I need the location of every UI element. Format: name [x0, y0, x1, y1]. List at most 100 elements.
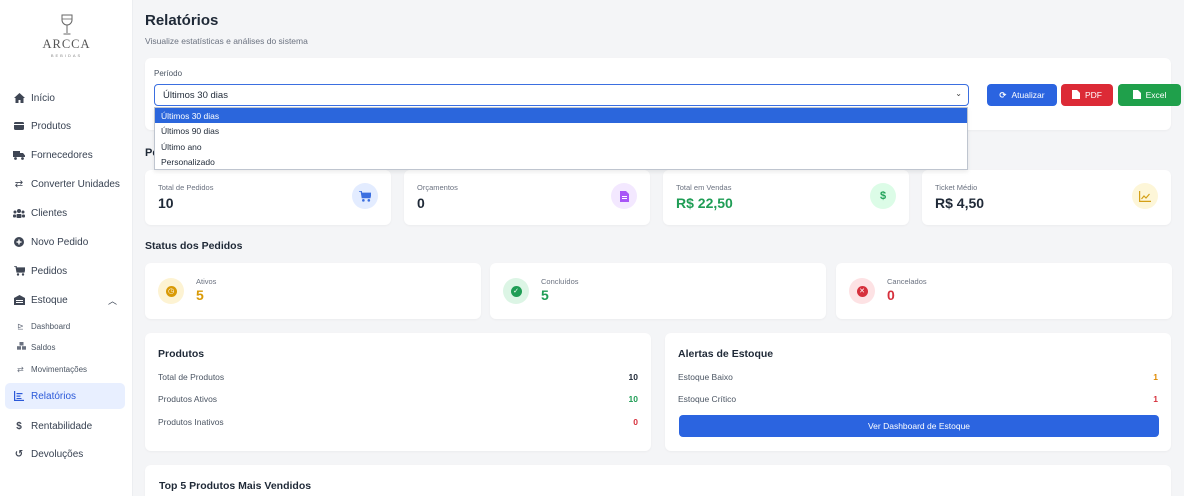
- sidebar-item-converter-unidades[interactable]: ⇄ Converter Unidades: [5, 171, 125, 197]
- report-icon: [13, 390, 25, 402]
- document-icon: [611, 183, 637, 209]
- stat-card-orcamentos: Orçamentos 0: [404, 170, 650, 225]
- sidebar-item-label: Início: [31, 92, 55, 104]
- stat-card-ticket-medio: Ticket Médio R$ 4,50: [922, 170, 1171, 225]
- stat-value: R$ 4,50: [935, 195, 985, 211]
- period-label: Período: [154, 69, 183, 78]
- sidebar-subitem-movimentacoes[interactable]: ⇄ Movimentações: [17, 361, 87, 377]
- period-option[interactable]: Último ano: [155, 139, 967, 154]
- sidebar-subitem-label: Dashboard: [31, 321, 71, 331]
- sidebar-item-novo-pedido[interactable]: Novo Pedido: [5, 229, 125, 255]
- status-value: 0: [887, 287, 895, 303]
- sidebar-item-pedidos[interactable]: Pedidos: [5, 258, 125, 284]
- products-row-label: Total de Produtos: [158, 372, 225, 382]
- refresh-button[interactable]: ⟳ Atualizar: [987, 84, 1057, 106]
- status-card-concluidos: ✓ Concluídos 5: [490, 263, 826, 319]
- stock-alerts-panel: Alertas de Estoque Estoque Baixo 1 Estoq…: [665, 333, 1171, 451]
- stock-alert-label: Estoque Crítico: [678, 394, 737, 404]
- main-content: Relatórios Visualize estatísticas e anál…: [134, 0, 1184, 496]
- brand-tagline: BEBIDAS: [50, 53, 83, 58]
- sidebar-item-fornecedores[interactable]: Fornecedores: [5, 142, 125, 168]
- warehouse-icon: [13, 294, 25, 306]
- home-icon: [13, 92, 25, 104]
- stock-dashboard-button[interactable]: Ver Dashboard de Estoque: [679, 415, 1159, 437]
- plus-circle-icon: [13, 236, 25, 248]
- pdf-file-icon: [1072, 89, 1080, 101]
- page-title: Relatórios: [145, 12, 219, 29]
- products-row-value: 0: [633, 417, 638, 427]
- sidebar-item-label: Novo Pedido: [31, 236, 89, 248]
- pdf-button-label: PDF: [1085, 90, 1102, 100]
- clock-icon: ◷: [158, 278, 184, 304]
- sidebar-item-label: Produtos: [31, 120, 72, 132]
- sidebar-item-estoque[interactable]: Estoque ︿: [5, 287, 125, 313]
- period-dropdown-list: Últimos 30 dias Últimos 90 dias Último a…: [154, 107, 968, 170]
- stat-card-total-pedidos: Total de Pedidos 10: [145, 170, 391, 225]
- swap-icon: ⇄: [14, 178, 24, 190]
- excel-button-label: Excel: [1145, 90, 1167, 100]
- truck-icon: [13, 149, 25, 161]
- brand-logo[interactable]: ARCCA BEBIDAS: [0, 14, 133, 58]
- sidebar-subitem-label: Movimentações: [31, 364, 88, 374]
- refresh-icon: ⟳: [999, 89, 1007, 100]
- stat-label: Total de Pedidos: [158, 183, 214, 192]
- sidebar-item-label: Devoluções: [31, 448, 84, 460]
- brand-name: ARCCA: [42, 37, 91, 51]
- cart-icon: [352, 183, 378, 209]
- period-select-value: Últimos 30 dias: [163, 90, 228, 101]
- sidebar-item-label: Converter Unidades: [31, 178, 120, 190]
- sidebar-item-label: Estoque: [31, 294, 68, 306]
- period-option[interactable]: Personalizado: [155, 154, 967, 169]
- stat-label: Orçamentos: [417, 183, 458, 192]
- stat-value: 10: [158, 195, 174, 211]
- status-label: Cancelados: [887, 277, 927, 286]
- sidebar-item-devolucoes[interactable]: ↺ Devoluções: [5, 441, 125, 467]
- period-select[interactable]: Últimos 30 dias ⌄: [154, 84, 969, 106]
- sidebar-item-produtos[interactable]: Produtos: [5, 113, 125, 139]
- stat-label: Ticket Médio: [935, 183, 978, 192]
- sidebar-item-label: Clientes: [31, 207, 68, 219]
- box-icon: [13, 120, 25, 132]
- excel-button[interactable]: Excel: [1118, 84, 1181, 106]
- stock-alerts-title: Alertas de Estoque: [678, 348, 774, 360]
- products-row-value: 10: [628, 394, 638, 404]
- chevron-up-icon[interactable]: ︿: [108, 294, 117, 307]
- products-panel-title: Produtos: [158, 348, 205, 360]
- sidebar: ARCCA BEBIDAS Início Produtos Fornecedor…: [0, 0, 133, 496]
- boxes-icon: [17, 342, 27, 352]
- status-card-ativos: ◷ Ativos 5: [145, 263, 481, 319]
- top5-panel: Top 5 Produtos Mais Vendidos: [145, 465, 1171, 496]
- chart-icon: ⊵: [17, 321, 24, 331]
- sidebar-item-label: Fornecedores: [31, 149, 93, 161]
- sidebar-subitem-dashboard[interactable]: ⊵ Dashboard: [17, 318, 70, 334]
- cart-icon: [13, 265, 25, 277]
- dollar-icon: $: [870, 183, 896, 209]
- swap-icon: ⇄: [17, 364, 24, 374]
- refresh-button-label: Atualizar: [1011, 90, 1045, 100]
- sidebar-item-rentabilidade[interactable]: $ Rentabilidade: [5, 413, 125, 439]
- status-value: 5: [196, 287, 204, 303]
- x-icon: ✕: [849, 278, 875, 304]
- dollar-icon: $: [16, 420, 22, 432]
- sidebar-item-label: Relatórios: [31, 390, 77, 402]
- stat-card-total-vendas: Total em Vendas R$ 22,50 $: [663, 170, 909, 225]
- status-card-cancelados: ✕ Cancelados 0: [836, 263, 1172, 319]
- period-option[interactable]: Últimos 90 dias: [155, 123, 967, 138]
- sidebar-item-clientes[interactable]: Clientes: [5, 200, 125, 226]
- undo-icon: ↺: [14, 448, 24, 460]
- sidebar-item-inicio[interactable]: Início: [5, 85, 125, 111]
- pdf-button[interactable]: PDF: [1061, 84, 1113, 106]
- stat-value: R$ 22,50: [676, 195, 733, 211]
- sidebar-item-label: Pedidos: [31, 265, 68, 277]
- sidebar-subitem-saldos[interactable]: Saldos: [17, 339, 55, 355]
- period-option[interactable]: Últimos 30 dias: [155, 108, 967, 124]
- products-row-label: Produtos Inativos: [158, 417, 224, 427]
- top5-title: Top 5 Produtos Mais Vendidos: [159, 480, 312, 492]
- page-subtitle: Visualize estatísticas e análises do sis…: [145, 36, 308, 46]
- users-icon: [13, 207, 25, 219]
- sidebar-item-relatorios[interactable]: Relatórios: [5, 383, 125, 409]
- status-value: 5: [541, 287, 549, 303]
- excel-file-icon: [1132, 89, 1141, 101]
- chevron-down-icon: ⌄: [955, 89, 962, 98]
- sidebar-item-label: Rentabilidade: [31, 420, 93, 432]
